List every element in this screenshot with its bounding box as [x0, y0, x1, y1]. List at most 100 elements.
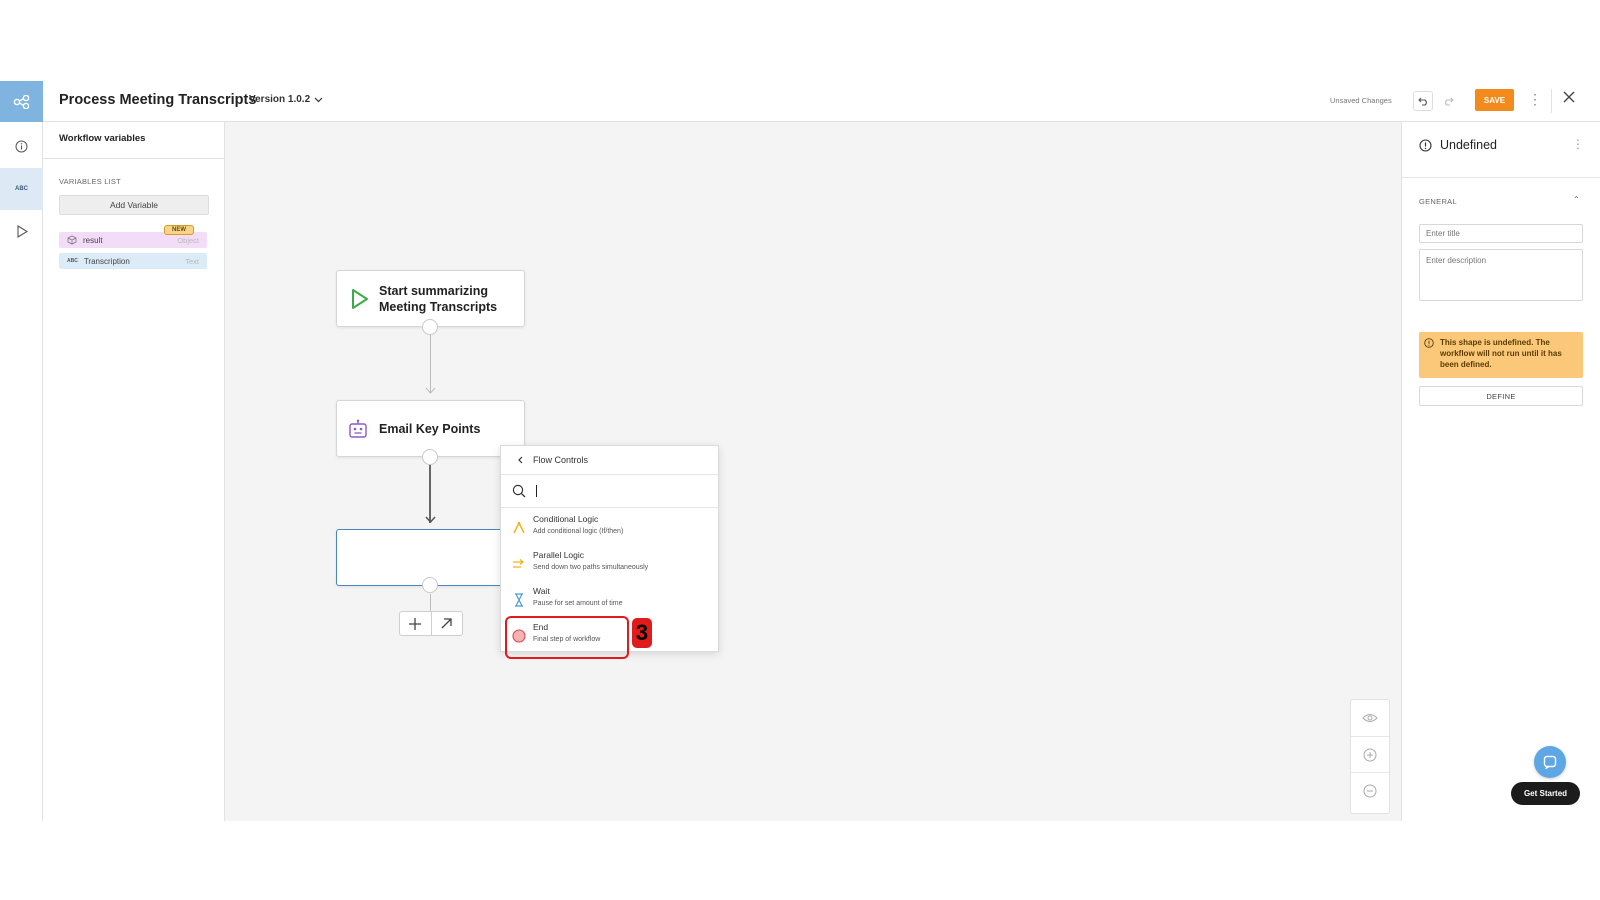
chevron-left-icon: [518, 456, 523, 464]
chat-launcher-button[interactable]: [1534, 746, 1566, 778]
menu-item-subtitle: Pause for set amount of time: [533, 600, 623, 607]
zoom-out-icon: [1363, 784, 1377, 797]
menu-item-conditional-logic[interactable]: Conditional Logic Add conditional logic …: [501, 510, 720, 546]
variable-type: Text: [185, 256, 199, 266]
arrow-down-icon: [425, 516, 436, 524]
menu-item-title: Conditional Logic: [533, 514, 599, 524]
share-nodes-icon: [13, 94, 29, 109]
highlight-box: [505, 616, 629, 659]
menu-item-wait[interactable]: Wait Pause for set amount of time: [501, 582, 720, 618]
abc-icon: ABC: [67, 258, 78, 264]
redo-button[interactable]: [1438, 91, 1458, 111]
search-input[interactable]: [536, 485, 537, 497]
output-port[interactable]: [422, 319, 438, 335]
title-input[interactable]: [1419, 224, 1583, 243]
version-label: Version 1.0.2: [249, 94, 311, 105]
panel-divider: [1402, 177, 1600, 178]
branch-icon: [511, 520, 527, 536]
play-icon: [16, 224, 28, 238]
menu-item-subtitle: Add conditional logic (If/then): [533, 528, 624, 535]
menu-item-subtitle: Send down two paths simultaneously: [533, 564, 649, 571]
variable-row-transcription[interactable]: ABC Transcription Text: [59, 253, 207, 269]
start-node-title-line1: Start summarizing: [379, 284, 489, 298]
close-button[interactable]: [1563, 90, 1575, 108]
new-badge: NEW: [164, 225, 194, 235]
undo-icon: [1417, 97, 1427, 106]
variable-name: result: [83, 235, 103, 245]
arrow-up-right-icon: [441, 618, 452, 629]
chevron-up-icon[interactable]: ⌃: [1573, 195, 1580, 204]
node-status-title: Undefined: [1440, 138, 1497, 152]
connector-line: [430, 335, 431, 393]
rail-item-variables[interactable]: ABC: [0, 168, 43, 210]
version-selector[interactable]: Version 1.0.2: [249, 94, 323, 105]
unsaved-changes-text: Unsaved Changes: [1330, 96, 1392, 105]
undo-button[interactable]: [1413, 91, 1433, 111]
properties-panel: Undefined ⋮ GENERAL ⌃ This shape is unde…: [1401, 122, 1600, 821]
robot-icon: [349, 419, 367, 438]
zoom-out-button[interactable]: [1351, 772, 1389, 808]
connector-line: [430, 594, 431, 612]
start-node-title: Start summarizing Meeting Transcripts: [379, 283, 497, 315]
search-icon: [512, 484, 526, 498]
abc-variables-icon: ABC: [15, 186, 28, 192]
eye-icon: [1362, 714, 1378, 722]
general-section-label[interactable]: GENERAL: [1419, 197, 1457, 206]
variables-list-label: VARIABLES LIST: [59, 177, 121, 186]
flow-controls-menu: Flow Controls Conditional Logic Add cond…: [500, 445, 720, 659]
zoom-in-icon: [1363, 748, 1377, 761]
zoom-in-button[interactable]: [1351, 736, 1389, 772]
zoom-controls: [1350, 699, 1390, 814]
output-port[interactable]: [422, 449, 438, 465]
step-number-badge: 3: [632, 618, 652, 648]
toggle-view-button[interactable]: [1351, 700, 1389, 736]
workflow-editor: Process Meeting Transcripts Version 1.0.…: [0, 81, 1600, 821]
plus-icon: [409, 617, 422, 630]
add-step-button[interactable]: [400, 612, 431, 635]
variables-panel: Workflow variables VARIABLES LIST Add Va…: [43, 122, 225, 821]
chat-icon: [1543, 755, 1557, 769]
get-started-button[interactable]: Get Started: [1511, 782, 1580, 805]
email-node-title: Email Key Points: [379, 422, 481, 436]
description-input[interactable]: [1419, 249, 1583, 301]
menu-search-field[interactable]: [501, 475, 718, 508]
add-variable-button[interactable]: Add Variable: [59, 195, 209, 215]
rail-item-info[interactable]: [0, 125, 43, 167]
connector-line: [429, 465, 431, 523]
warning-icon: [1424, 338, 1434, 348]
variable-name: Transcription: [83, 256, 130, 266]
connect-step-button[interactable]: [430, 612, 463, 635]
play-triangle-icon: [352, 289, 368, 309]
redo-icon: [1444, 97, 1454, 106]
save-button[interactable]: SAVE: [1475, 89, 1514, 111]
flow-controls-title: Flow Controls: [533, 455, 589, 465]
menu-item-title: Parallel Logic: [533, 550, 585, 560]
workflow-logo-tile[interactable]: [0, 81, 43, 122]
properties-title: Undefined: [1419, 138, 1497, 152]
flow-controls-back-button[interactable]: Flow Controls: [501, 446, 718, 475]
hourglass-icon: [511, 592, 527, 608]
top-bar: Process Meeting Transcripts Version 1.0.…: [0, 81, 1600, 122]
workflow-title[interactable]: Process Meeting Transcripts: [59, 92, 256, 108]
variables-panel-title: Workflow variables: [43, 122, 224, 159]
menu-item-title: Wait: [533, 586, 550, 596]
close-icon: [1563, 91, 1575, 103]
output-port[interactable]: [422, 577, 438, 593]
workflow-canvas[interactable]: Start summarizing Meeting Transcripts Em…: [225, 122, 1401, 821]
undefined-warning: This shape is undefined. The workflow wi…: [1419, 332, 1583, 378]
arrow-down-icon: [425, 387, 436, 394]
alert-circle-icon: [1419, 138, 1432, 152]
variable-type: Object: [177, 235, 199, 245]
more-vertical-icon[interactable]: ⋮: [1528, 91, 1542, 108]
more-vertical-icon[interactable]: ⋮: [1572, 137, 1584, 151]
warning-text: This shape is undefined. The workflow wi…: [1440, 338, 1562, 369]
start-node-title-line2: Meeting Transcripts: [379, 300, 498, 314]
parallel-arrows-icon: [511, 556, 527, 572]
menu-item-parallel-logic[interactable]: Parallel Logic Send down two paths simul…: [501, 546, 720, 582]
info-icon: [15, 140, 28, 152]
define-button[interactable]: DEFINE: [1419, 386, 1583, 406]
cube-icon: [67, 235, 77, 245]
toolbar-divider: [1551, 89, 1552, 113]
node-add-toolbar: [399, 611, 463, 636]
rail-item-run[interactable]: [0, 210, 43, 252]
